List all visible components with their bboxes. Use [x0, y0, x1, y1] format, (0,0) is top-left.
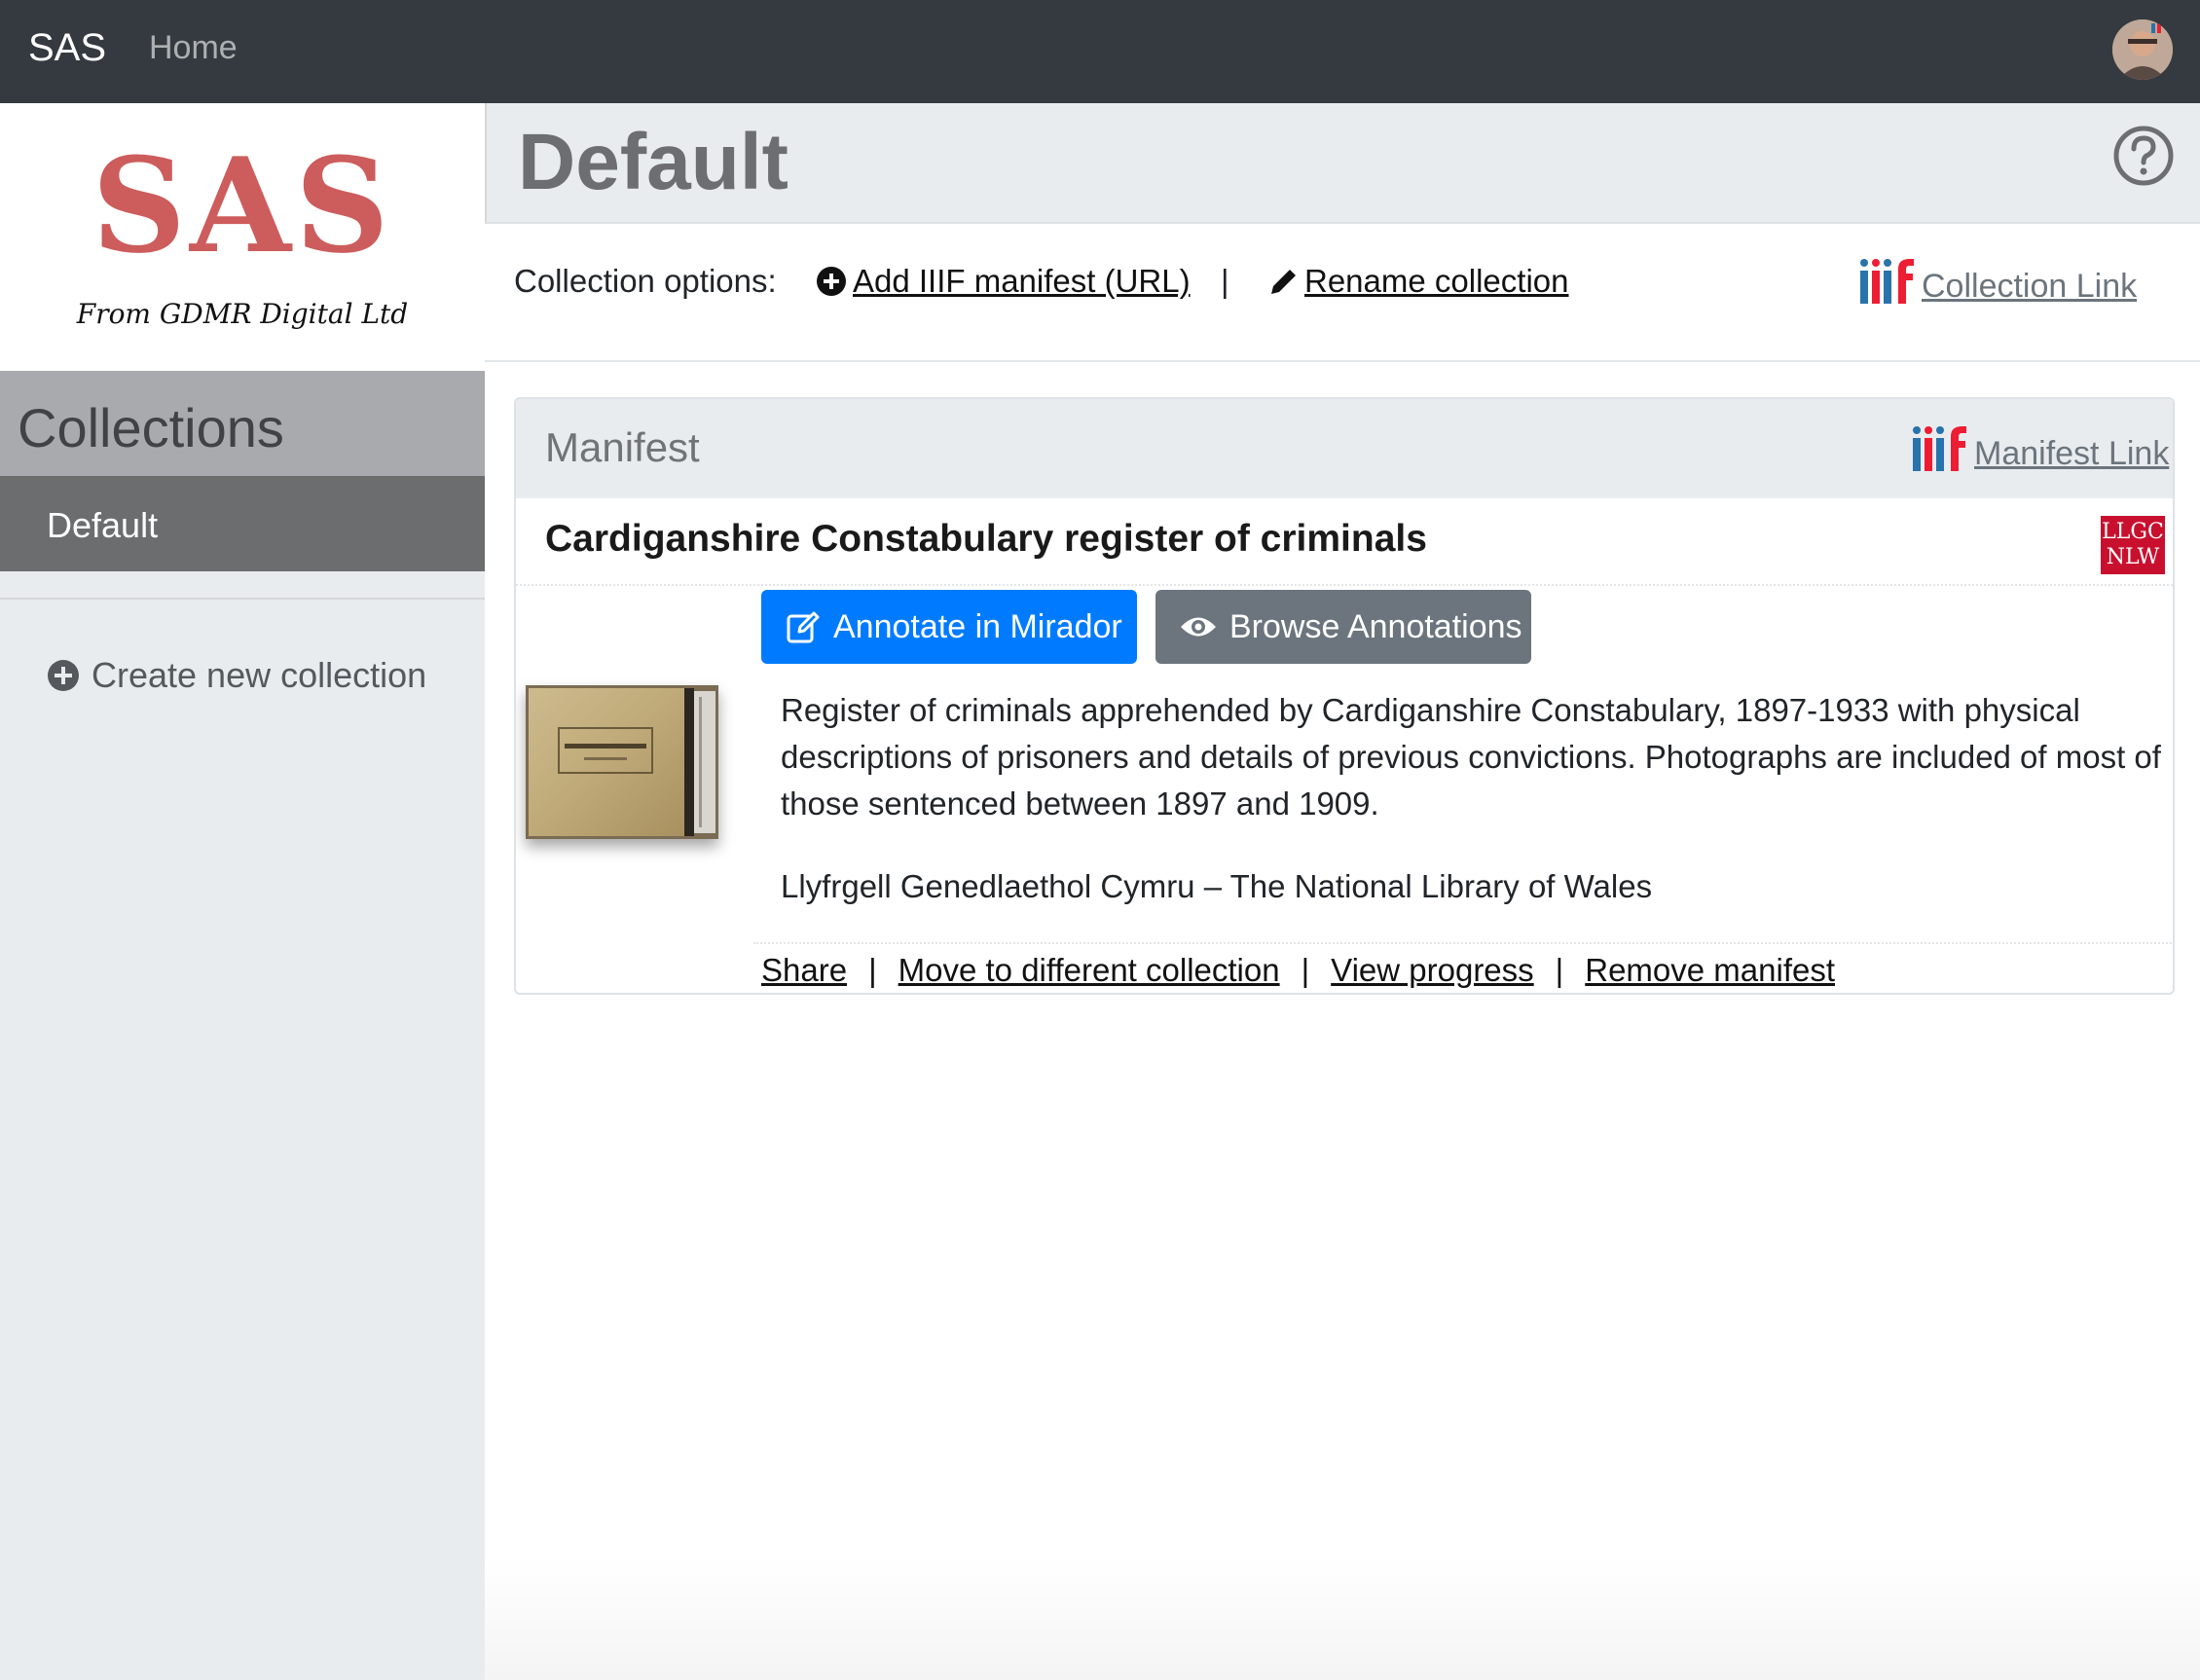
- action-separator: |: [1301, 952, 1310, 988]
- iiif-logo-icon: [1860, 259, 1914, 304]
- collections-heading: Collections: [0, 371, 485, 478]
- nlw-logo-icon: LLGC NLW: [2101, 516, 2165, 574]
- collection-options-label: Collection options:: [514, 263, 777, 299]
- nav-home-link[interactable]: Home: [149, 29, 238, 67]
- create-new-collection-link[interactable]: Create new collection: [47, 655, 426, 696]
- options-separator: |: [1221, 263, 1229, 299]
- plus-circle-icon: [48, 660, 79, 691]
- sidebar: SAS From GDMR Digital Ltd Collections De…: [0, 103, 485, 1680]
- add-manifest-label: Add IIIF manifest (URL): [853, 263, 1191, 299]
- iiif-logo-icon: [1913, 426, 1966, 471]
- remove-manifest-link[interactable]: Remove manifest: [1585, 952, 1835, 989]
- logo-text: SAS: [92, 128, 393, 282]
- manifest-holder: Llyfrgell Genedlaethol Cymru – The Natio…: [781, 868, 1653, 904]
- collection-link[interactable]: Collection Link: [1859, 257, 2137, 306]
- top-navbar: SAS Home: [0, 0, 2200, 103]
- eye-icon: [1181, 617, 1216, 637]
- manifest-link[interactable]: Manifest Link: [1912, 424, 2169, 473]
- annotate-button-label: Annotate in Mirador: [833, 607, 1122, 645]
- manifest-actions: Share | Move to different collection | V…: [761, 952, 1835, 989]
- manifest-title-row: Cardiganshire Constabulary register of c…: [516, 498, 2173, 586]
- manifest-heading: Manifest: [545, 424, 700, 470]
- card-divider: [753, 942, 2173, 944]
- plus-circle-icon: [817, 267, 846, 296]
- manifest-description: Register of criminals apprehended by Car…: [781, 692, 2161, 822]
- navbar-brand[interactable]: SAS: [28, 26, 106, 70]
- manifest-card-header: Manifest Manifest Link: [516, 399, 2173, 498]
- sidebar-item-label: Default: [47, 505, 159, 545]
- add-manifest-link[interactable]: Add IIIF manifest (URL): [816, 263, 1191, 300]
- create-new-label: Create new collection: [92, 655, 427, 695]
- sas-logo: SAS From GDMR Digital Ltd: [0, 103, 485, 371]
- manifest-link-label: Manifest Link: [1974, 435, 2170, 472]
- action-separator: |: [868, 952, 877, 988]
- browse-annotations-button[interactable]: Browse Annotations: [1155, 590, 1531, 664]
- action-separator: |: [1555, 952, 1564, 988]
- share-link[interactable]: Share: [761, 952, 847, 989]
- collections-heading-text: Collections: [18, 397, 284, 458]
- manifest-title: Cardiganshire Constabulary register of c…: [545, 518, 1427, 560]
- view-progress-link[interactable]: View progress: [1331, 952, 1534, 989]
- collection-link-label: Collection Link: [1922, 268, 2138, 305]
- move-collection-link[interactable]: Move to different collection: [898, 952, 1280, 989]
- manifest-thumbnail[interactable]: [526, 685, 718, 839]
- edit-icon: [787, 611, 820, 643]
- user-avatar[interactable]: [2112, 19, 2173, 80]
- page-bottom-fade: [485, 1557, 2200, 1680]
- collection-options-bar: Collection options: Add IIIF manifest (U…: [485, 224, 2200, 362]
- rename-collection-label: Rename collection: [1304, 263, 1569, 299]
- page-header: Default: [485, 103, 2200, 224]
- browse-button-label: Browse Annotations: [1229, 607, 1522, 645]
- manifest-card: Manifest Manifest Link Cardiganshire Con…: [514, 397, 2175, 995]
- sidebar-item-default[interactable]: Default: [0, 476, 485, 571]
- logo-subtitle: From GDMR Digital Ltd: [76, 298, 409, 330]
- annotate-in-mirador-button[interactable]: Annotate in Mirador: [761, 590, 1137, 664]
- page-title: Default: [518, 118, 788, 206]
- question-circle-icon[interactable]: [2112, 125, 2175, 187]
- pencil-icon: [1271, 270, 1296, 294]
- sidebar-divider: [0, 598, 485, 600]
- rename-collection-link[interactable]: Rename collection: [1267, 263, 1568, 300]
